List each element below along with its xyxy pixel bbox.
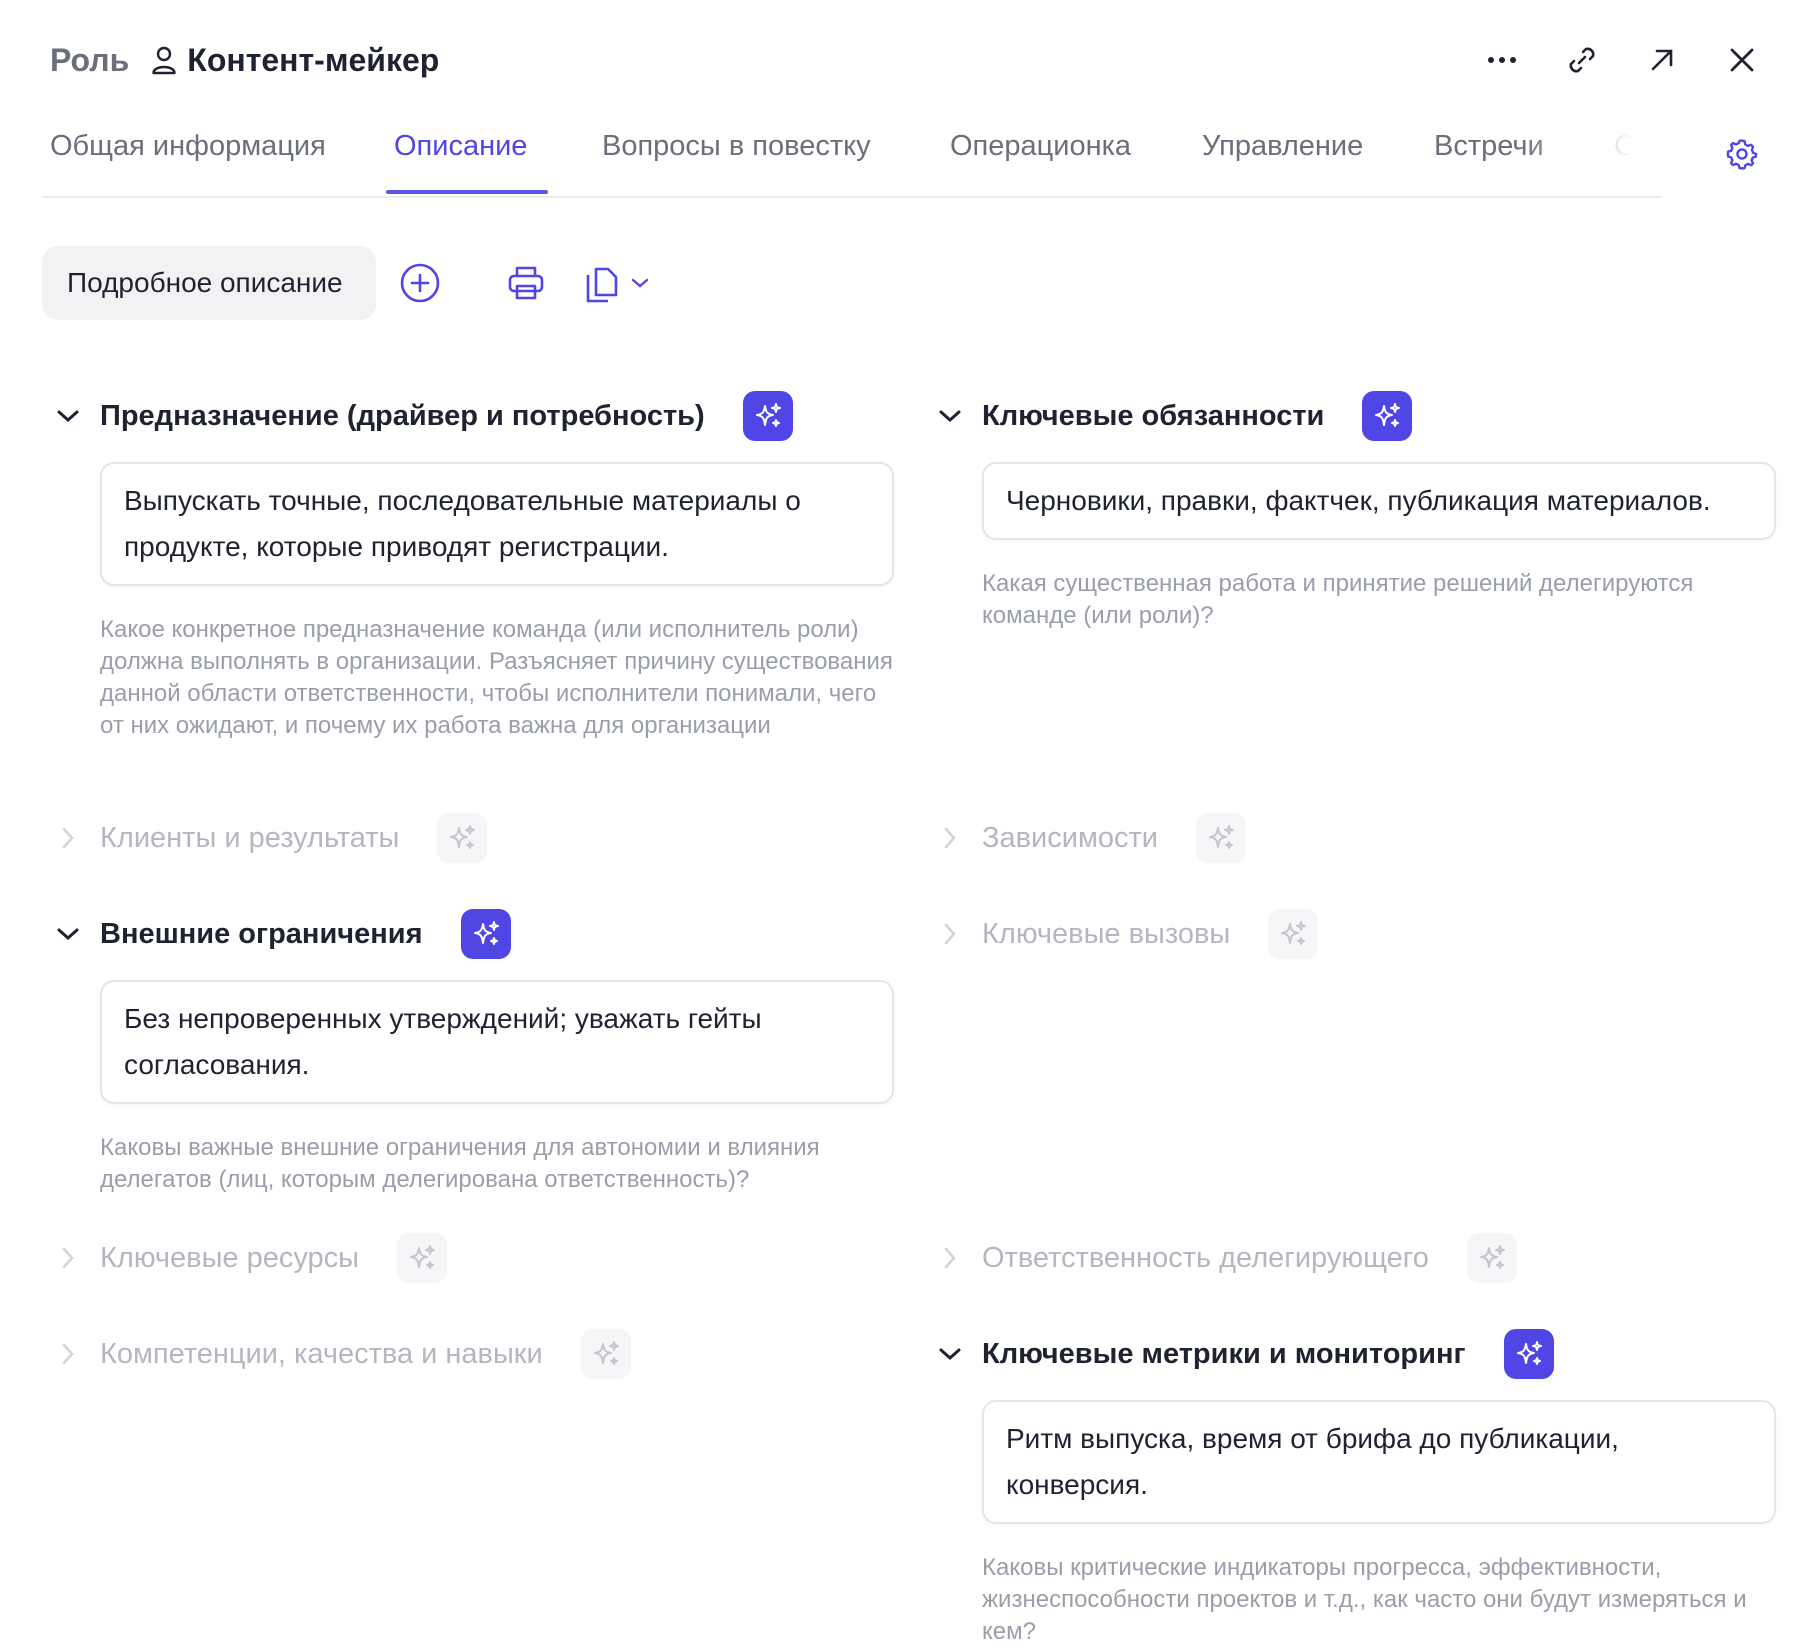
more-icon[interactable] [1482,40,1522,80]
purpose-field[interactable]: Выпускать точные, последовательные матер… [100,462,894,586]
open-external-icon[interactable] [1642,40,1682,80]
sparkles-icon[interactable] [397,1233,448,1283]
tab-agenda[interactable]: Вопросы в повестку [602,130,871,163]
section-title: Зависимости [982,821,1158,854]
chevron-down-icon[interactable] [932,1336,968,1372]
duties-hint: Какая существенная работа и принятие реш… [982,570,1694,629]
tab-general[interactable]: Общая информация [50,130,326,163]
section-title: Ключевые обязанности [982,399,1325,432]
sparkles-icon[interactable] [1268,909,1319,959]
metrics-field[interactable]: Ритм выпуска, время от брифа до публикац… [982,1400,1776,1524]
chevron-right-icon[interactable] [50,1240,86,1276]
section-challenges[interactable]: Ключевые вызовы [932,908,1319,960]
header-actions [1482,40,1762,80]
chevron-right-icon[interactable] [50,820,86,856]
section-constraints: Внешние ограничения Без непроверенных ут… [50,908,894,1196]
sparkles-icon[interactable] [1196,813,1246,863]
active-tab-indicator [386,190,548,194]
section-resources[interactable]: Ключевые ресурсы [50,1232,448,1284]
add-circle-icon[interactable] [396,259,444,307]
section-title: Клиенты и результаты [100,821,400,854]
tab-operations[interactable]: Операционка [950,130,1131,163]
section-metrics: Ключевые метрики и мониторинг Ритм выпус… [932,1328,1776,1648]
constraints-field[interactable]: Без непроверенных утверждений; уважать г… [100,980,894,1104]
tab-description[interactable]: Описание [394,130,527,163]
tab-management[interactable]: Управление [1202,130,1363,163]
chevron-down-icon[interactable] [626,259,654,307]
section-title: Внешние ограничения [100,917,423,950]
copy-icon[interactable] [578,259,626,307]
sparkles-icon[interactable] [460,909,511,959]
tab-meetings[interactable]: Встречи [1434,130,1544,163]
sparkles-icon[interactable] [1362,391,1413,441]
tab-bar: Общая информация Описание Вопросы в пове… [42,118,1662,198]
tab-approvals[interactable]: Согласования [1614,130,1662,163]
close-icon[interactable] [1722,40,1762,80]
gear-icon[interactable] [1722,134,1762,174]
section-title: Ключевые ресурсы [100,1241,360,1274]
chevron-right-icon[interactable] [932,1240,968,1276]
metrics-hint: Каковы критические индикаторы прогресса,… [982,1554,1747,1645]
section-dependencies[interactable]: Зависимости [932,812,1246,864]
section-purpose: Предназначение (драйвер и потребность) В… [50,390,894,742]
section-title: Предназначение (драйвер и потребность) [100,399,705,432]
user-icon [149,43,179,77]
section-delegator[interactable]: Ответственность делегирующего [932,1232,1517,1284]
chevron-right-icon[interactable] [932,820,968,856]
print-icon[interactable] [502,259,550,307]
sparkles-icon[interactable] [437,813,488,863]
sparkles-icon[interactable] [1466,1233,1517,1283]
section-title: Ответственность делегирующего [982,1241,1429,1274]
sparkles-icon[interactable] [1503,1329,1554,1379]
role-label: Роль [50,41,130,78]
description-toolbar: Подробное описание [42,246,654,320]
section-duties: Ключевые обязанности Черновики, правки, … [932,390,1776,632]
chevron-right-icon[interactable] [50,1336,86,1372]
chevron-down-icon[interactable] [50,916,86,952]
chevron-right-icon[interactable] [932,916,968,952]
sparkles-icon[interactable] [742,391,793,441]
section-clients[interactable]: Клиенты и результаты [50,812,488,864]
chevron-down-icon[interactable] [50,398,86,434]
detailed-description-chip[interactable]: Подробное описание [42,246,376,320]
duties-field[interactable]: Черновики, правки, фактчек, публикация м… [982,462,1776,540]
section-title: Ключевые метрики и мониторинг [982,1337,1466,1370]
section-title: Компетенции, качества и навыки [100,1337,543,1370]
sparkles-icon[interactable] [580,1329,631,1379]
link-icon[interactable] [1562,40,1602,80]
section-competencies[interactable]: Компетенции, качества и навыки [50,1328,631,1380]
panel-header: Роль Контент-мейкер [50,28,1762,92]
constraints-hint: Каковы важные внешние ограничения для ав… [100,1134,820,1193]
section-title: Ключевые вызовы [982,917,1231,950]
chevron-down-icon[interactable] [932,398,968,434]
page-title: Контент-мейкер [187,41,440,78]
purpose-hint: Какое конкретное предназначение команда … [100,616,893,739]
